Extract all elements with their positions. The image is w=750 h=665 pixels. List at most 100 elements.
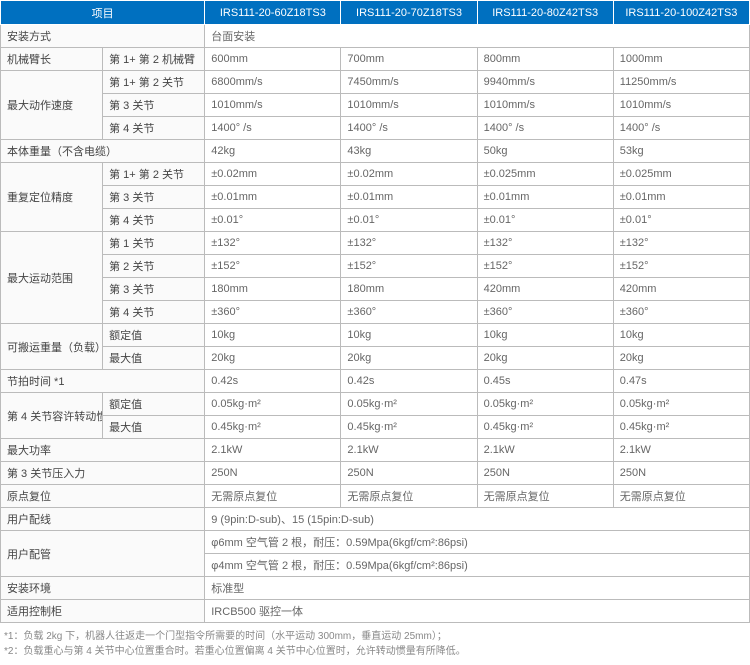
row-label: 用户配管 — [1, 531, 205, 577]
row-label: 原点复位 — [1, 485, 205, 508]
table-row: 最大值20kg20kg20kg20kg — [1, 347, 750, 370]
cell-value: IRCB500 驱控一体 — [205, 600, 750, 623]
row-label: 机械臂长 — [1, 48, 103, 71]
cell-value: ±0.01° — [613, 209, 749, 232]
row-label: 第 4 关节容许转动惯量 *2 — [1, 393, 103, 439]
cell-value: 250N — [205, 462, 341, 485]
cell-value: 10kg — [613, 324, 749, 347]
header-item: 项目 — [1, 1, 205, 25]
cell-value: ±0.01mm — [613, 186, 749, 209]
cell-value: ±0.01mm — [477, 186, 613, 209]
table-row: 第 4 关节±0.01°±0.01°±0.01°±0.01° — [1, 209, 750, 232]
cell-value: ±152° — [477, 255, 613, 278]
cell-value: 0.05kg·m² — [205, 393, 341, 416]
cell-value: ±360° — [341, 301, 477, 324]
cell-value: 10kg — [205, 324, 341, 347]
cell-value: 53kg — [613, 140, 749, 163]
cell-value: 43kg — [341, 140, 477, 163]
cell-value: 无需原点复位 — [613, 485, 749, 508]
cell-value: 0.45kg·m² — [613, 416, 749, 439]
cell-value: φ4mm 空气管 2 根，耐压：0.59Mpa(6kgf/cm²:86psi) — [205, 554, 750, 577]
cell-value: ±132° — [341, 232, 477, 255]
row-sublabel: 额定值 — [103, 324, 205, 347]
cell-value: 20kg — [341, 347, 477, 370]
row-sublabel: 第 1 关节 — [103, 232, 205, 255]
table-row: 安装方式台面安装 — [1, 25, 750, 48]
row-label: 用户配线 — [1, 508, 205, 531]
row-sublabel: 最大值 — [103, 347, 205, 370]
cell-value: 台面安装 — [205, 25, 750, 48]
cell-value: ±0.025mm — [477, 163, 613, 186]
cell-value: ±0.01mm — [341, 186, 477, 209]
table-row: 第 4 关节±360°±360°±360°±360° — [1, 301, 750, 324]
cell-value: 9 (9pin:D-sub)、15 (15pin:D-sub) — [205, 508, 750, 531]
table-row: 第 3 关节180mm180mm420mm420mm — [1, 278, 750, 301]
cell-value: 2.1kW — [205, 439, 341, 462]
cell-value: 250N — [613, 462, 749, 485]
footnote-2: *2：负载重心与第 4 关节中心位置重合时。若重心位置偏离 4 关节中心位置时，… — [4, 644, 746, 659]
cell-value: 1010mm/s — [613, 94, 749, 117]
table-row: 安装环境标准型 — [1, 577, 750, 600]
cell-value: 0.05kg·m² — [341, 393, 477, 416]
table-row: 最大值0.45kg·m²0.45kg·m²0.45kg·m²0.45kg·m² — [1, 416, 750, 439]
row-sublabel: 第 3 关节 — [103, 186, 205, 209]
cell-value: ±152° — [205, 255, 341, 278]
row-label: 最大运动范围 — [1, 232, 103, 324]
cell-value: 0.47s — [613, 370, 749, 393]
row-sublabel: 第 1+ 第 2 关节 — [103, 71, 205, 94]
cell-value: ±132° — [613, 232, 749, 255]
cell-value: ±152° — [341, 255, 477, 278]
cell-value: 700mm — [341, 48, 477, 71]
row-sublabel: 最大值 — [103, 416, 205, 439]
row-label: 重复定位精度 — [1, 163, 103, 232]
header-model-0: IRS111-20-60Z18TS3 — [205, 1, 341, 25]
row-sublabel: 第 4 关节 — [103, 301, 205, 324]
row-sublabel: 第 2 关节 — [103, 255, 205, 278]
cell-value: 标准型 — [205, 577, 750, 600]
cell-value: 11250mm/s — [613, 71, 749, 94]
row-sublabel: 第 3 关节 — [103, 94, 205, 117]
table-row: 用户配线9 (9pin:D-sub)、15 (15pin:D-sub) — [1, 508, 750, 531]
cell-value: 7450mm/s — [341, 71, 477, 94]
cell-value: 420mm — [477, 278, 613, 301]
cell-value: 0.42s — [341, 370, 477, 393]
cell-value: 20kg — [477, 347, 613, 370]
cell-value: ±0.025mm — [613, 163, 749, 186]
row-sublabel: 第 4 关节 — [103, 209, 205, 232]
cell-value: 1010mm/s — [477, 94, 613, 117]
cell-value: ±0.01° — [477, 209, 613, 232]
cell-value: ±0.01° — [205, 209, 341, 232]
table-row: 最大功率2.1kW2.1kW2.1kW2.1kW — [1, 439, 750, 462]
cell-value: φ6mm 空气管 2 根，耐压：0.59Mpa(6kgf/cm²:86psi) — [205, 531, 750, 554]
row-label: 第 3 关节压入力 — [1, 462, 205, 485]
cell-value: 无需原点复位 — [341, 485, 477, 508]
cell-value: 10kg — [477, 324, 613, 347]
footnotes: *1：负载 2kg 下，机器人往返走一个门型指令所需要的时间（水平运动 300m… — [0, 623, 750, 665]
table-row: 节拍时间 *10.42s0.42s0.45s0.47s — [1, 370, 750, 393]
row-label: 节拍时间 *1 — [1, 370, 205, 393]
row-sublabel: 第 3 关节 — [103, 278, 205, 301]
cell-value: 420mm — [613, 278, 749, 301]
cell-value: ±360° — [613, 301, 749, 324]
cell-value: 2.1kW — [613, 439, 749, 462]
cell-value: ±132° — [205, 232, 341, 255]
table-row: 重复定位精度第 1+ 第 2 关节±0.02mm±0.02mm±0.025mm±… — [1, 163, 750, 186]
cell-value: 250N — [341, 462, 477, 485]
row-label: 可搬运重量（负载） — [1, 324, 103, 370]
table-row: 第 3 关节1010mm/s1010mm/s1010mm/s1010mm/s — [1, 94, 750, 117]
table-row: 第 4 关节1400° /s1400° /s1400° /s1400° /s — [1, 117, 750, 140]
cell-value: 1010mm/s — [341, 94, 477, 117]
header-model-2: IRS111-20-80Z42TS3 — [477, 1, 613, 25]
row-label: 最大功率 — [1, 439, 205, 462]
row-label: 安装环境 — [1, 577, 205, 600]
cell-value: 600mm — [205, 48, 341, 71]
row-sublabel: 第 4 关节 — [103, 117, 205, 140]
table-row: 第 4 关节容许转动惯量 *2额定值0.05kg·m²0.05kg·m²0.05… — [1, 393, 750, 416]
cell-value: 0.05kg·m² — [477, 393, 613, 416]
footnote-1: *1：负载 2kg 下，机器人往返走一个门型指令所需要的时间（水平运动 300m… — [4, 629, 746, 644]
cell-value: 180mm — [205, 278, 341, 301]
row-sublabel: 第 1+ 第 2 关节 — [103, 163, 205, 186]
cell-value: ±0.02mm — [341, 163, 477, 186]
cell-value: 0.45kg·m² — [477, 416, 613, 439]
table-row: 适用控制柜IRCB500 驱控一体 — [1, 600, 750, 623]
